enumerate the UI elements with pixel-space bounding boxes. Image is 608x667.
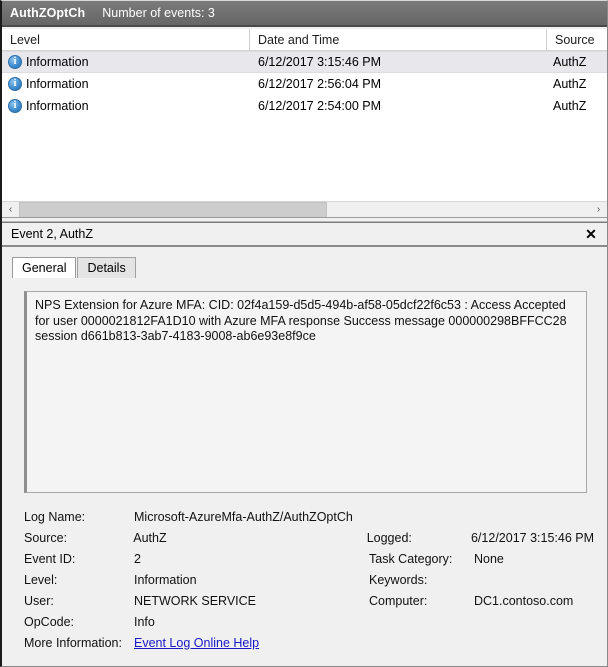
- opcode-field-value: Info: [134, 614, 155, 629]
- event-list: Level Date and Time Source Information 6…: [2, 28, 607, 217]
- event-list-horizontal-scrollbar[interactable]: ‹ ›: [2, 201, 607, 218]
- scrollbar-track[interactable]: [19, 201, 590, 218]
- event-list-header: Level Date and Time Source: [2, 28, 607, 51]
- log-title-bar: AuthZOptCh Number of events: 3: [2, 1, 607, 27]
- more-information-field-label: More Information:: [24, 635, 122, 650]
- event-id-field-label: Event ID:: [24, 551, 76, 566]
- row-datetime-cell: 6/12/2017 2:54:00 PM: [258, 99, 382, 113]
- information-icon: [8, 55, 22, 69]
- logged-field-value: 6/12/2017 3:15:46 PM: [470, 530, 594, 545]
- level-field-label: Level:: [24, 572, 58, 587]
- keywords-field-label: Keywords:: [369, 572, 428, 587]
- table-row[interactable]: Information 6/12/2017 2:56:04 PM AuthZ: [2, 73, 607, 95]
- user-field-value: NETWORK SERVICE: [134, 593, 257, 608]
- scroll-right-icon[interactable]: ›: [590, 201, 607, 218]
- log-name-field-value: Microsoft-AzureMfa-AuthZ/AuthZOptCh: [134, 509, 353, 524]
- logged-field-label: Logged:: [366, 530, 412, 545]
- task-category-field-value: None: [474, 551, 504, 566]
- computer-field-value: DC1.contoso.com: [474, 593, 574, 608]
- opcode-field-label: OpCode:: [24, 614, 75, 629]
- column-header-source[interactable]: Source: [547, 29, 607, 51]
- source-field-value: AuthZ: [133, 530, 167, 545]
- event-field-list: Log Name: Microsoft-AzureMfa-AuthZ/AuthZ…: [24, 506, 594, 653]
- row-level-text: Information: [26, 77, 89, 91]
- information-icon: [8, 77, 22, 91]
- computer-field-label: Computer:: [369, 593, 428, 608]
- table-row[interactable]: Information 6/12/2017 3:15:46 PM AuthZ: [2, 51, 607, 73]
- field-row-opcode: OpCode: Info: [24, 611, 594, 632]
- event-viewer-window: AuthZOptCh Number of events: 3 Level Dat…: [0, 0, 608, 667]
- detail-panel-title-bar: Event 2, AuthZ ✕: [2, 223, 607, 247]
- level-field-value: Information: [134, 572, 197, 587]
- column-header-date-time[interactable]: Date and Time: [250, 28, 547, 51]
- field-row-more-information: More Information: Event Log Online Help: [24, 632, 594, 653]
- detail-panel-title: Event 2, AuthZ: [11, 227, 93, 241]
- scroll-left-icon[interactable]: ‹: [2, 201, 19, 218]
- event-id-field-value: 2: [134, 551, 141, 566]
- tab-details[interactable]: Details: [77, 257, 136, 278]
- event-description-box[interactable]: NPS Extension for Azure MFA: CID: 02f4a1…: [24, 291, 587, 493]
- row-source-cell: AuthZ: [553, 99, 587, 113]
- event-count-label: Number of events: 3: [102, 6, 215, 20]
- column-header-level[interactable]: Level: [2, 28, 250, 51]
- scrollbar-thumb[interactable]: [19, 201, 327, 218]
- field-row-log-name: Log Name: Microsoft-AzureMfa-AuthZ/AuthZ…: [24, 506, 594, 527]
- row-level-text: Information: [26, 99, 89, 113]
- user-field-label: User:: [24, 593, 54, 608]
- event-list-rows: Information 6/12/2017 3:15:46 PM AuthZ I…: [2, 51, 607, 117]
- field-row-level: Level: Information Keywords:: [24, 569, 594, 590]
- row-datetime-cell: 6/12/2017 2:56:04 PM: [258, 77, 382, 91]
- row-level-cell: Information: [2, 73, 250, 95]
- log-name-label: AuthZOptCh: [10, 6, 86, 20]
- row-level-cell: Information: [2, 95, 250, 117]
- event-detail-panel: Event 2, AuthZ ✕ General Details NPS Ext…: [2, 222, 607, 666]
- log-name-field-label: Log Name:: [24, 509, 86, 524]
- field-row-event-id: Event ID: 2 Task Category: None: [24, 548, 594, 569]
- row-datetime-cell: 6/12/2017 3:15:46 PM: [258, 55, 382, 69]
- tab-general[interactable]: General: [12, 257, 77, 278]
- task-category-field-label: Task Category:: [369, 551, 453, 566]
- information-icon: [8, 99, 22, 113]
- row-level-cell: Information: [2, 51, 250, 73]
- event-description-text: NPS Extension for Azure MFA: CID: 02f4a1…: [35, 298, 567, 343]
- detail-tabs: General Details: [2, 256, 607, 278]
- event-log-online-help-link[interactable]: Event Log Online Help: [134, 636, 259, 650]
- field-row-source: Source: AuthZ Logged: 6/12/2017 3:15:46 …: [24, 527, 594, 548]
- source-field-label: Source:: [24, 530, 68, 545]
- row-level-text: Information: [26, 55, 89, 69]
- table-row[interactable]: Information 6/12/2017 2:54:00 PM AuthZ: [2, 95, 607, 117]
- row-source-cell: AuthZ: [553, 55, 587, 69]
- field-row-user: User: NETWORK SERVICE Computer: DC1.cont…: [24, 590, 594, 611]
- close-icon[interactable]: ✕: [583, 226, 599, 242]
- row-source-cell: AuthZ: [553, 77, 587, 91]
